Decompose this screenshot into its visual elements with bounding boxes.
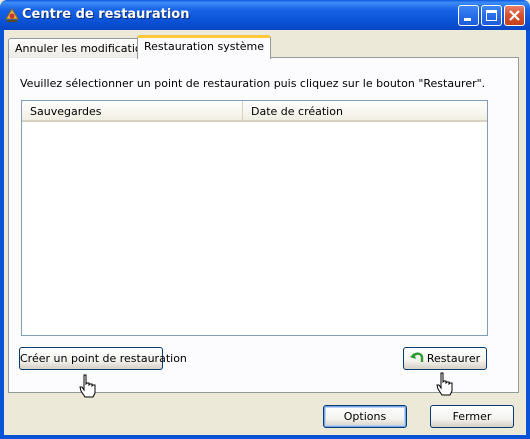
tab-system-restore[interactable]: Restauration système [137, 35, 272, 59]
window-frame-bottom [0, 435, 530, 439]
close-icon [509, 10, 520, 21]
hand-cursor-icon [79, 374, 96, 398]
column-header-backups[interactable]: Sauvegardes [22, 101, 243, 122]
app-icon [5, 8, 19, 22]
close-window-button[interactable] [504, 5, 525, 26]
restore-center-window: Centre de restauration Annuler les modif… [0, 0, 530, 439]
window-frame-right [526, 30, 530, 439]
create-restore-point-button[interactable]: Créer un point de restauration [19, 347, 187, 370]
title-bar[interactable]: Centre de restauration [0, 0, 530, 30]
window-title: Centre de restauration [22, 7, 190, 22]
column-header-creation-date[interactable]: Date de création [243, 101, 487, 122]
window-frame-left [0, 30, 4, 439]
minimize-button[interactable] [458, 5, 479, 26]
restore-button-label: Restaurer [426, 352, 481, 365]
restore-button[interactable]: Restaurer [403, 347, 487, 370]
restore-arrow-icon [409, 352, 424, 362]
maximize-button[interactable] [481, 5, 502, 26]
restore-points-list[interactable]: Sauvegardes Date de création [21, 100, 488, 336]
maximize-icon [486, 10, 497, 21]
hand-cursor-icon [436, 372, 453, 396]
options-button[interactable]: Options [323, 405, 407, 428]
instructions-text: Veuillez sélectionner un point de restau… [20, 77, 486, 90]
close-button[interactable]: Fermer [430, 405, 514, 428]
minimize-icon [464, 18, 471, 21]
